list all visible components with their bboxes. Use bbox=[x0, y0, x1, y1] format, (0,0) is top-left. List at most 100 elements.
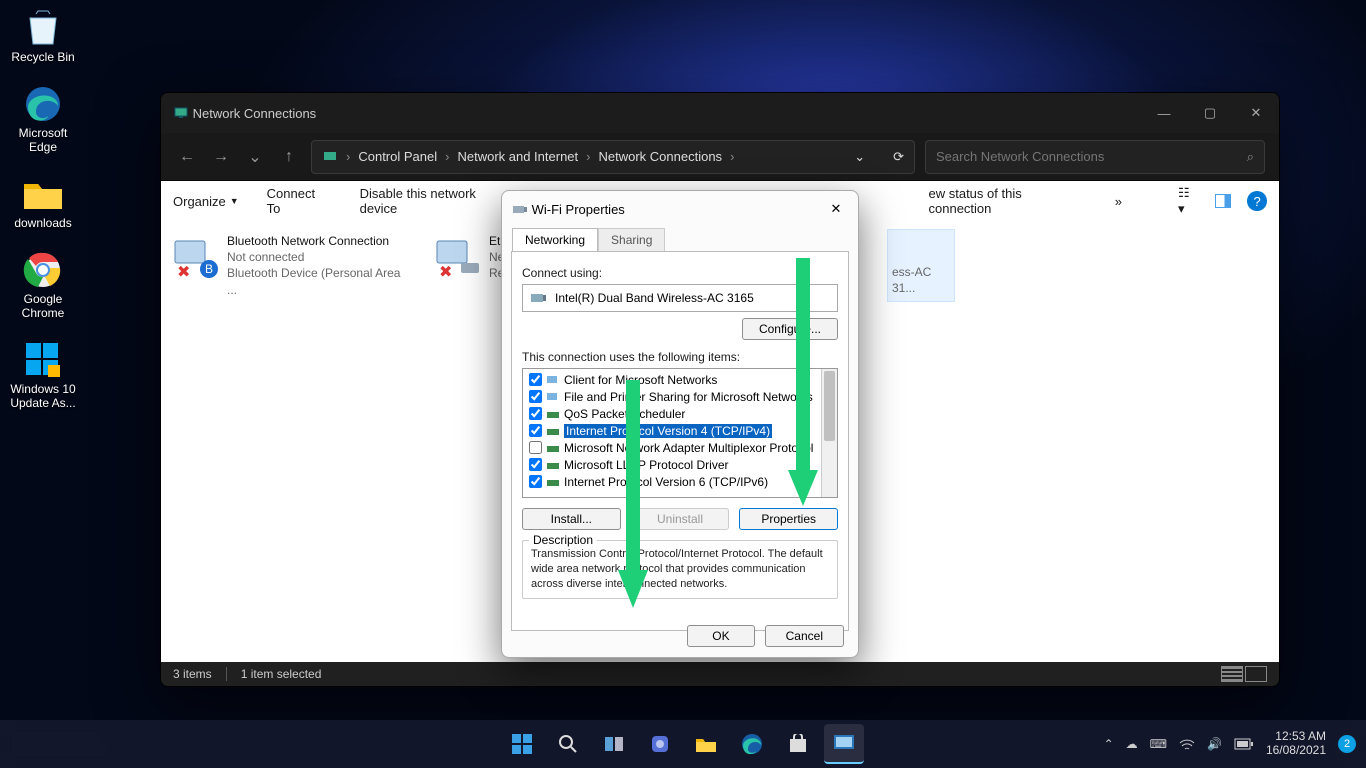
dialog-title: Wi-Fi Properties bbox=[532, 202, 625, 217]
connection-driver: Bluetooth Device (Personal Area ... bbox=[227, 265, 413, 297]
item-checkbox[interactable] bbox=[529, 441, 542, 454]
list-item-tcp-ipv4[interactable]: Internet Protocol Version 4 (TCP/IPv4) bbox=[525, 422, 835, 439]
store-button[interactable] bbox=[778, 724, 818, 764]
connect-using-label: Connect using: bbox=[522, 266, 838, 280]
maximize-button[interactable]: ▢ bbox=[1187, 93, 1233, 133]
svg-text:B: B bbox=[205, 262, 213, 276]
clock-time: 12:53 AM bbox=[1266, 730, 1326, 744]
explorer-button[interactable] bbox=[686, 724, 726, 764]
item-checkbox[interactable] bbox=[529, 424, 542, 437]
tab-sharing[interactable]: Sharing bbox=[598, 228, 665, 252]
desktop-icon-recycle[interactable]: Recycle Bin bbox=[4, 6, 82, 64]
dialog-close-button[interactable]: ✕ bbox=[824, 197, 848, 221]
breadcrumb[interactable]: Network and Internet bbox=[457, 149, 578, 164]
refresh-button[interactable]: ⟳ bbox=[893, 149, 904, 165]
search-box[interactable]: ⌕ bbox=[925, 140, 1265, 174]
window-titlebar[interactable]: Network Connections — ▢ ✕ bbox=[161, 93, 1279, 133]
more-commands[interactable]: » bbox=[1115, 194, 1122, 209]
tray-overflow[interactable]: ⌃ bbox=[1104, 737, 1114, 751]
tab-networking[interactable]: Networking bbox=[512, 228, 598, 252]
task-view-button[interactable] bbox=[594, 724, 634, 764]
connection-bluetooth[interactable]: B ✖ Bluetooth Network Connection Not conn… bbox=[167, 229, 417, 302]
wifi-properties-dialog: Wi-Fi Properties ✕ Networking Sharing Co… bbox=[501, 190, 859, 658]
back-button[interactable]: ← bbox=[175, 145, 199, 169]
help-button[interactable]: ? bbox=[1247, 191, 1267, 211]
search-icon[interactable]: ⌕ bbox=[1247, 149, 1254, 165]
items-label: This connection uses the following items… bbox=[522, 350, 838, 364]
item-checkbox[interactable] bbox=[529, 407, 542, 420]
properties-button[interactable]: Properties bbox=[739, 508, 838, 530]
description-group: Description Transmission Control Protoco… bbox=[522, 540, 838, 599]
address-bar[interactable]: › Control Panel› Network and Internet› N… bbox=[311, 140, 915, 174]
item-checkbox[interactable] bbox=[529, 475, 542, 488]
list-item[interactable]: Microsoft LLDP Protocol Driver bbox=[525, 456, 835, 473]
list-item[interactable]: QoS Packet Scheduler bbox=[525, 405, 835, 422]
connection-name: Bluetooth Network Connection bbox=[227, 233, 413, 249]
taskbar[interactable]: ⌃ ☁ ⌨ 🔊 12:53 AM 16/08/2021 2 bbox=[0, 720, 1366, 768]
uninstall-button: Uninstall bbox=[631, 508, 730, 530]
control-panel-button[interactable] bbox=[824, 724, 864, 764]
connect-to-button[interactable]: Connect To bbox=[267, 186, 332, 216]
preview-pane-toggle[interactable] bbox=[1215, 194, 1231, 208]
desktop-icon-downloads[interactable]: downloads bbox=[4, 172, 82, 230]
configure-button[interactable]: Configure... bbox=[742, 318, 838, 340]
list-item[interactable]: Client for Microsoft Networks bbox=[525, 371, 835, 388]
desktop-icon-label: downloads bbox=[4, 216, 82, 230]
search-input[interactable] bbox=[936, 149, 1247, 164]
start-button[interactable] bbox=[502, 724, 542, 764]
breadcrumb[interactable]: Network Connections bbox=[599, 149, 723, 164]
large-icons-view-icon[interactable] bbox=[1245, 666, 1267, 682]
list-scrollbar[interactable] bbox=[821, 369, 837, 497]
desktop-icon-chrome[interactable]: Google Chrome bbox=[4, 248, 82, 320]
item-checkbox[interactable] bbox=[529, 458, 542, 471]
svg-text:✖: ✖ bbox=[177, 264, 190, 279]
connection-wifi[interactable]: ess-AC 31... bbox=[887, 229, 955, 302]
close-button[interactable]: ✕ bbox=[1233, 93, 1279, 133]
install-button[interactable]: Install... bbox=[522, 508, 621, 530]
ok-button[interactable]: OK bbox=[687, 625, 754, 647]
description-text: Transmission Control Protocol/Internet P… bbox=[531, 547, 829, 592]
breadcrumb[interactable]: Control Panel bbox=[358, 149, 437, 164]
minimize-button[interactable]: — bbox=[1141, 93, 1187, 133]
history-dropdown[interactable]: ⌄ bbox=[854, 149, 865, 165]
view-options[interactable]: ☷ ▾ bbox=[1178, 185, 1199, 217]
connection-ethernet[interactable]: ✖ Eth Net Rea bbox=[429, 229, 509, 302]
organize-menu[interactable]: Organize ▼ bbox=[173, 194, 239, 209]
wifi-icon[interactable] bbox=[1179, 737, 1195, 751]
connection-status: Not connected bbox=[227, 249, 413, 265]
description-legend: Description bbox=[529, 533, 597, 547]
disable-device-button[interactable]: Disable this network device bbox=[360, 186, 516, 216]
recent-dropdown[interactable]: ⌄ bbox=[243, 145, 267, 169]
adapter-icon bbox=[531, 291, 547, 305]
battery-icon[interactable] bbox=[1234, 738, 1254, 750]
desktop-icon-label: Microsoft Edge bbox=[4, 126, 82, 154]
item-checkbox[interactable] bbox=[529, 373, 542, 386]
selection-count: 1 item selected bbox=[241, 667, 322, 681]
network-items-list[interactable]: Client for Microsoft Networks File and P… bbox=[522, 368, 838, 498]
svg-text:✖: ✖ bbox=[439, 264, 452, 279]
list-item[interactable]: Microsoft Network Adapter Multiplexor Pr… bbox=[525, 439, 835, 456]
cancel-button[interactable]: Cancel bbox=[765, 625, 844, 647]
notification-badge[interactable]: 2 bbox=[1338, 735, 1356, 753]
clock[interactable]: 12:53 AM 16/08/2021 bbox=[1266, 730, 1326, 758]
item-checkbox[interactable] bbox=[529, 390, 542, 403]
keyboard-icon[interactable]: ⌨ bbox=[1150, 737, 1167, 751]
onedrive-icon[interactable]: ☁ bbox=[1126, 737, 1138, 751]
forward-button[interactable]: → bbox=[209, 145, 233, 169]
adapter-icon bbox=[512, 201, 528, 217]
desktop-icon-winupdate[interactable]: Windows 10 Update As... bbox=[4, 338, 82, 410]
edge-button[interactable] bbox=[732, 724, 772, 764]
up-button[interactable]: ↑ bbox=[277, 145, 301, 169]
details-view-icon[interactable] bbox=[1221, 666, 1243, 682]
list-item[interactable]: Internet Protocol Version 6 (TCP/IPv6) bbox=[525, 473, 835, 490]
widgets-button[interactable] bbox=[640, 724, 680, 764]
list-item[interactable]: File and Printer Sharing for Microsoft N… bbox=[525, 388, 835, 405]
desktop-icon-edge[interactable]: Microsoft Edge bbox=[4, 82, 82, 154]
dialog-titlebar[interactable]: Wi-Fi Properties ✕ bbox=[502, 191, 858, 227]
desktop-icon-label: Google Chrome bbox=[4, 292, 82, 320]
volume-icon[interactable]: 🔊 bbox=[1207, 737, 1222, 751]
view-status-button[interactable]: ew status of this connection bbox=[929, 186, 1087, 216]
device-name: Intel(R) Dual Band Wireless-AC 3165 bbox=[555, 291, 754, 305]
search-button[interactable] bbox=[548, 724, 588, 764]
device-field[interactable]: Intel(R) Dual Band Wireless-AC 3165 bbox=[522, 284, 838, 312]
